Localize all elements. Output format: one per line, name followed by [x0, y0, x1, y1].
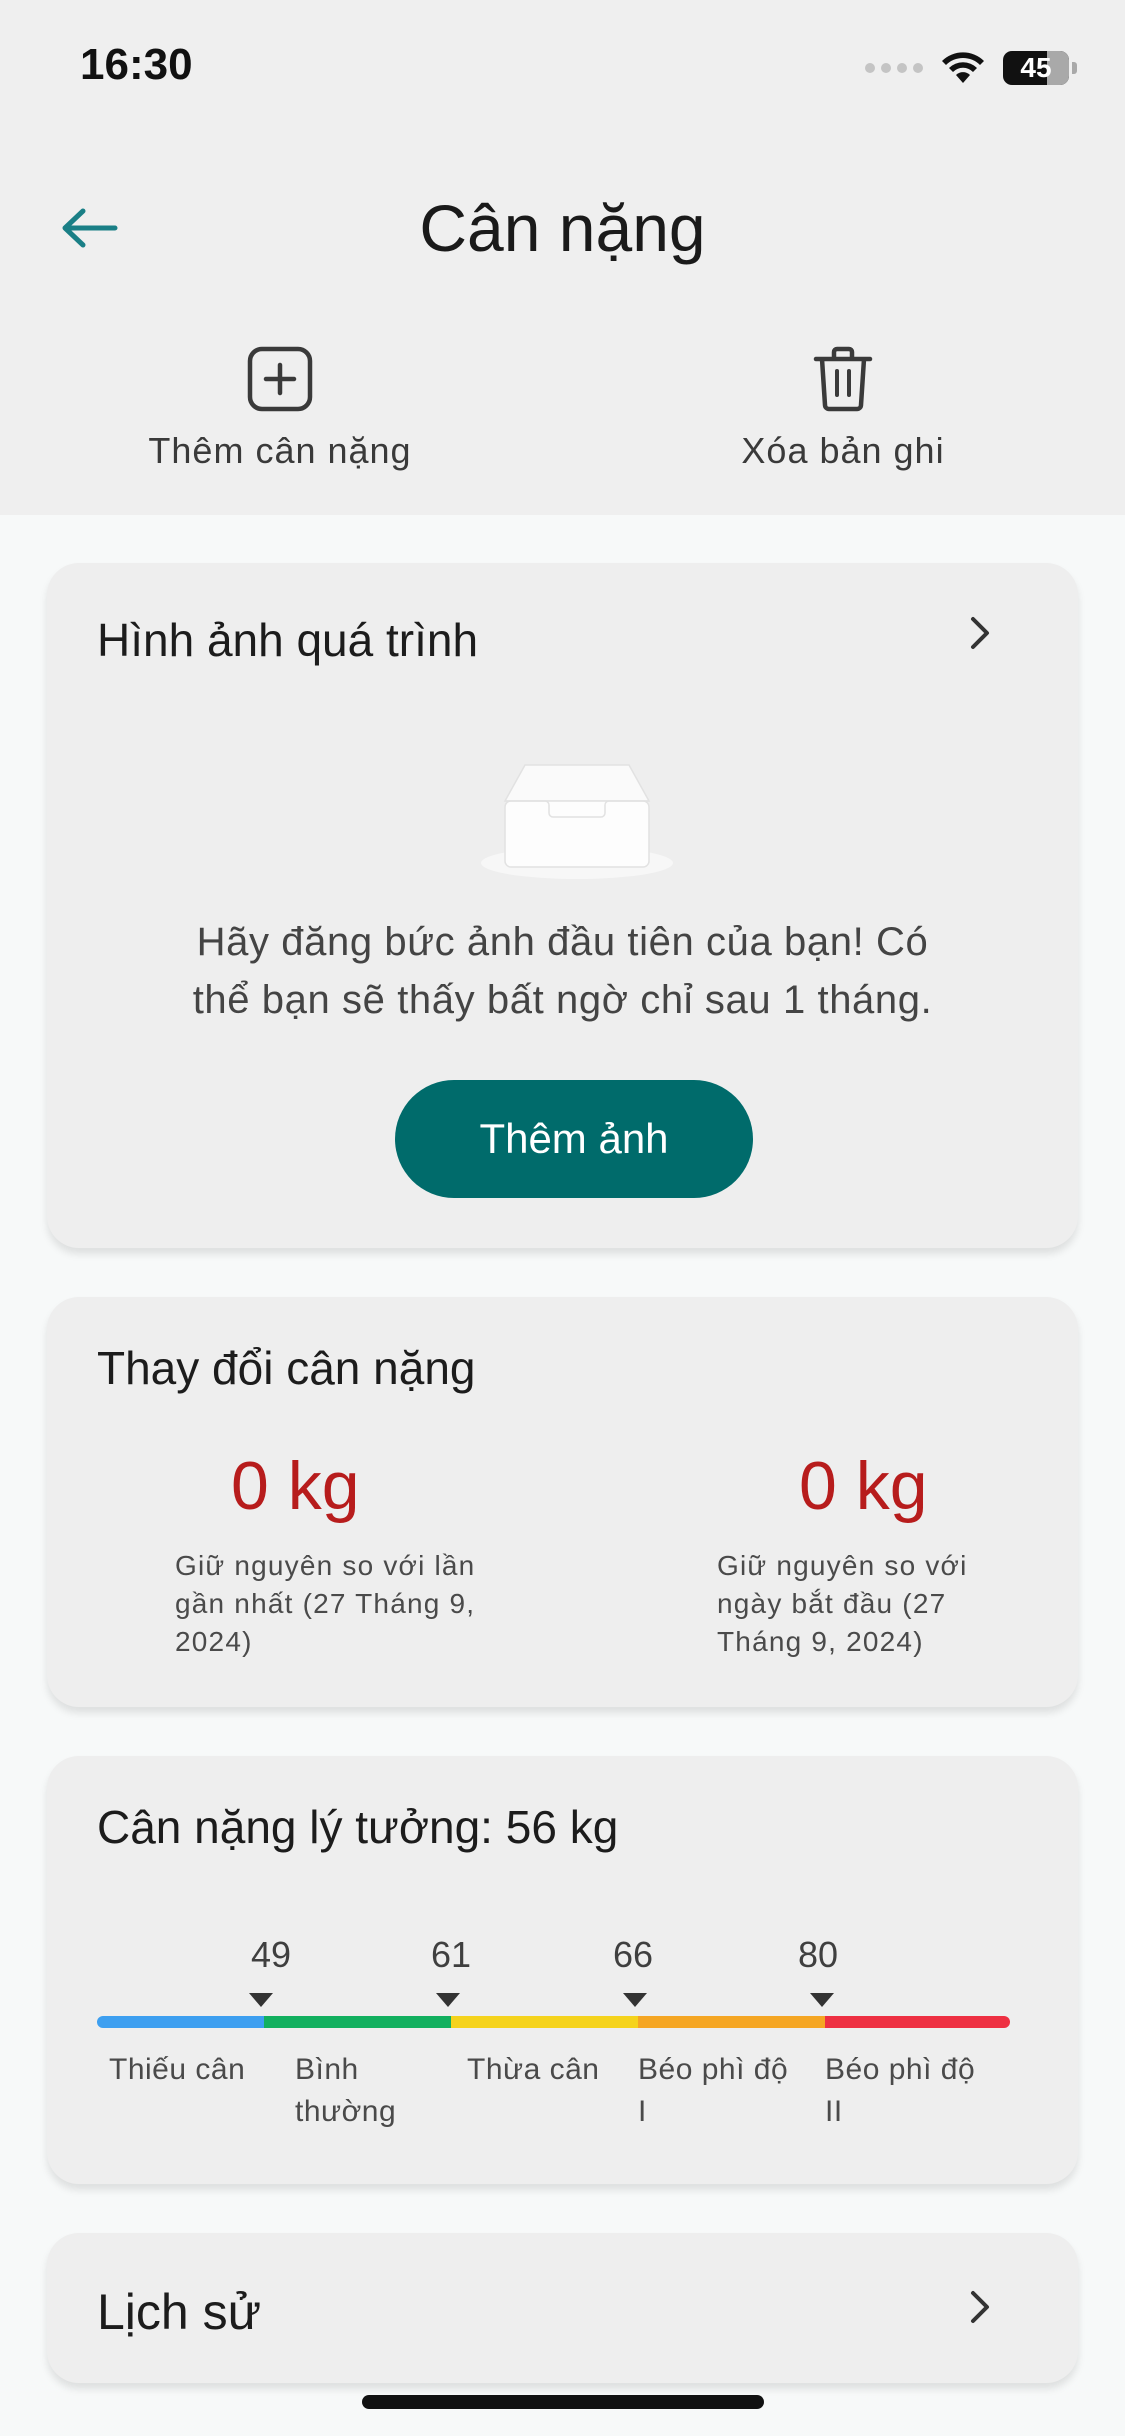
page-title: Cân nặng [419, 191, 706, 265]
bmi-segment-obese-2 [825, 2016, 1010, 2028]
label-line: Thừa cân [467, 2053, 600, 2086]
label-line: Bình [295, 2053, 359, 2086]
progress-photos-title[interactable]: Hình ảnh quá trình [97, 613, 478, 667]
status-icons: 45 [865, 48, 1077, 88]
progress-photos-card: Hình ảnh quá trình Hãy đăng bức ảnh đầu … [47, 563, 1078, 1248]
bmi-category-label: Thiếu cân [109, 2049, 245, 2091]
change-since-start: 0 kg Giữ nguyên so với ngày bắt đầu (27 … [717, 1447, 1057, 1661]
empty-message-line: Hãy đăng bức ảnh đầu tiên của bạn! Có [196, 920, 929, 964]
add-weight-button[interactable]: Thêm cân nặng [100, 345, 460, 475]
desc-line: 2024) [175, 1626, 253, 1657]
status-time: 16:30 [80, 40, 193, 89]
add-photo-button[interactable]: Thêm ảnh [395, 1080, 753, 1198]
bmi-segment-normal [264, 2016, 451, 2028]
threshold-marker [810, 1993, 834, 2007]
bmi-range-bar [97, 2016, 1010, 2028]
threshold-label: 49 [250, 1934, 292, 1975]
bmi-segment-obese-1 [638, 2016, 825, 2028]
desc-line: Giữ nguyên so với [717, 1550, 968, 1581]
change-since-start-value: 0 kg [799, 1448, 928, 1524]
change-since-start-desc: Giữ nguyên so với ngày bắt đầu (27 Tháng… [717, 1547, 1057, 1661]
delete-record-button[interactable]: Xóa bản ghi [663, 345, 1023, 475]
bmi-category-label: Bình thường [295, 2049, 396, 2133]
chevron-right-icon [971, 2291, 989, 2323]
empty-message-line: thể bạn sẽ thấy bất ngờ chỉ sau 1 tháng. [192, 978, 933, 1022]
bmi-segment-overweight [451, 2016, 638, 2028]
label-line: II [825, 2095, 843, 2128]
wifi-icon [942, 52, 984, 83]
threshold-marker [249, 1993, 273, 2007]
trash-icon [813, 346, 873, 412]
delete-record-label: Xóa bản ghi [741, 430, 945, 471]
weight-change-title: Thay đổi cân nặng [97, 1342, 476, 1394]
add-weight-label: Thêm cân nặng [148, 430, 412, 471]
threshold-label: 66 [612, 1934, 654, 1975]
cellular-dots-icon [865, 63, 923, 73]
home-indicator[interactable] [362, 2395, 764, 2409]
label-line: thường [295, 2095, 397, 2128]
history-card[interactable]: Lịch sử [47, 2233, 1078, 2383]
change-since-last: 0 kg Giữ nguyên so với lần gần nhất (27 … [175, 1447, 515, 1661]
change-since-last-desc: Giữ nguyên so với lần gần nhất (27 Tháng… [175, 1547, 515, 1661]
threshold-marker [436, 1993, 460, 2007]
empty-inbox-icon [481, 764, 673, 879]
chevron-right-icon[interactable] [960, 613, 1000, 653]
label-line: Béo phì độ [638, 2053, 789, 2086]
ideal-weight-title: Cân nặng lý tưởng: 56 kg [97, 1801, 619, 1853]
label-line: Béo phì độ [825, 2053, 976, 2086]
history-title: Lịch sử [97, 2284, 262, 2340]
ideal-weight-card: Cân nặng lý tưởng: 56 kg 49 61 66 80 Thi… [47, 1756, 1078, 2184]
bmi-category-label: Béo phì độ I [638, 2049, 788, 2133]
empty-photos-message: Hãy đăng bức ảnh đầu tiên của bạn! Có th… [107, 913, 1018, 1029]
desc-line: gần nhất (27 Tháng 9, [175, 1588, 476, 1619]
plus-square-icon [247, 346, 313, 412]
bmi-category-label: Thừa cân [467, 2049, 599, 2091]
threshold-label: 61 [430, 1934, 472, 1975]
label-line: Thiếu cân [109, 2053, 246, 2086]
battery-level: 45 [1020, 52, 1052, 83]
label-line: I [638, 2095, 647, 2128]
bmi-segment-underweight [97, 2016, 264, 2028]
battery-icon: 45 [1003, 51, 1077, 85]
desc-line: ngày bắt đầu (27 [717, 1588, 947, 1619]
weight-change-card: Thay đổi cân nặng 0 kg Giữ nguyên so với… [47, 1297, 1078, 1707]
threshold-marker [623, 1993, 647, 2007]
bmi-category-label: Béo phì độ II [825, 2049, 975, 2133]
desc-line: Giữ nguyên so với lần [175, 1550, 476, 1581]
change-since-last-value: 0 kg [231, 1448, 360, 1524]
threshold-label: 80 [797, 1934, 839, 1975]
desc-line: Tháng 9, 2024) [717, 1626, 924, 1657]
